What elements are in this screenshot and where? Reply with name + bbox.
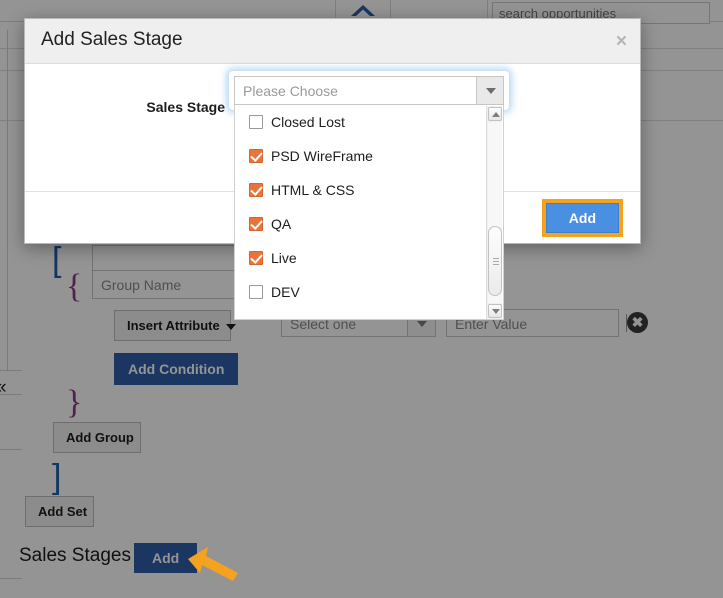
list-item[interactable]: PSD WireFrame xyxy=(235,139,503,173)
sales-stage-field-label: Sales Stage xyxy=(146,99,225,115)
option-checkbox[interactable] xyxy=(249,183,263,197)
screen-root: search opportunities « [ { } ] Group Nam… xyxy=(0,0,723,598)
option-checkbox[interactable] xyxy=(249,115,263,129)
chevron-down-icon[interactable] xyxy=(476,77,503,104)
orange-arrow-annotation xyxy=(188,547,238,581)
scrollbar-thumb[interactable] xyxy=(488,226,502,296)
modal-add-button[interactable]: Add xyxy=(545,203,619,233)
modal-title: Add Sales Stage xyxy=(41,29,183,50)
scroll-up-arrow-icon[interactable] xyxy=(488,107,502,121)
list-item[interactable]: Live xyxy=(235,241,503,275)
list-item[interactable]: Closed Lost xyxy=(235,105,503,139)
modal-header: Add Sales Stage × xyxy=(25,19,640,64)
option-label: PSD WireFrame xyxy=(271,148,373,164)
list-item[interactable]: HTML & CSS xyxy=(235,173,503,207)
option-checkbox[interactable] xyxy=(249,149,263,163)
dropdown-scrollbar[interactable] xyxy=(486,106,502,319)
scroll-down-arrow-icon[interactable] xyxy=(488,304,502,318)
list-item[interactable]: QA xyxy=(235,207,503,241)
option-label: HTML & CSS xyxy=(271,182,355,198)
option-checkbox[interactable] xyxy=(249,285,263,299)
option-label: DEV xyxy=(271,284,300,300)
option-checkbox[interactable] xyxy=(249,217,263,231)
list-item[interactable]: DEV xyxy=(235,275,503,309)
scrollbar-grip xyxy=(493,258,499,259)
option-label: QA xyxy=(271,216,292,232)
option-label: Live xyxy=(271,250,297,266)
close-icon[interactable]: × xyxy=(616,32,627,51)
add-button-highlight: Add xyxy=(541,199,623,237)
sales-stage-multiselect: Please Choose Closed Lost PSD WireFrame … xyxy=(234,76,504,320)
multiselect-toggle[interactable]: Please Choose xyxy=(234,76,504,105)
multiselect-placeholder: Please Choose xyxy=(243,83,338,99)
option-label: Closed Lost xyxy=(271,114,345,130)
option-checkbox[interactable] xyxy=(249,251,263,265)
multiselect-option-list: Closed Lost PSD WireFrame HTML & CSS QA … xyxy=(234,105,504,320)
